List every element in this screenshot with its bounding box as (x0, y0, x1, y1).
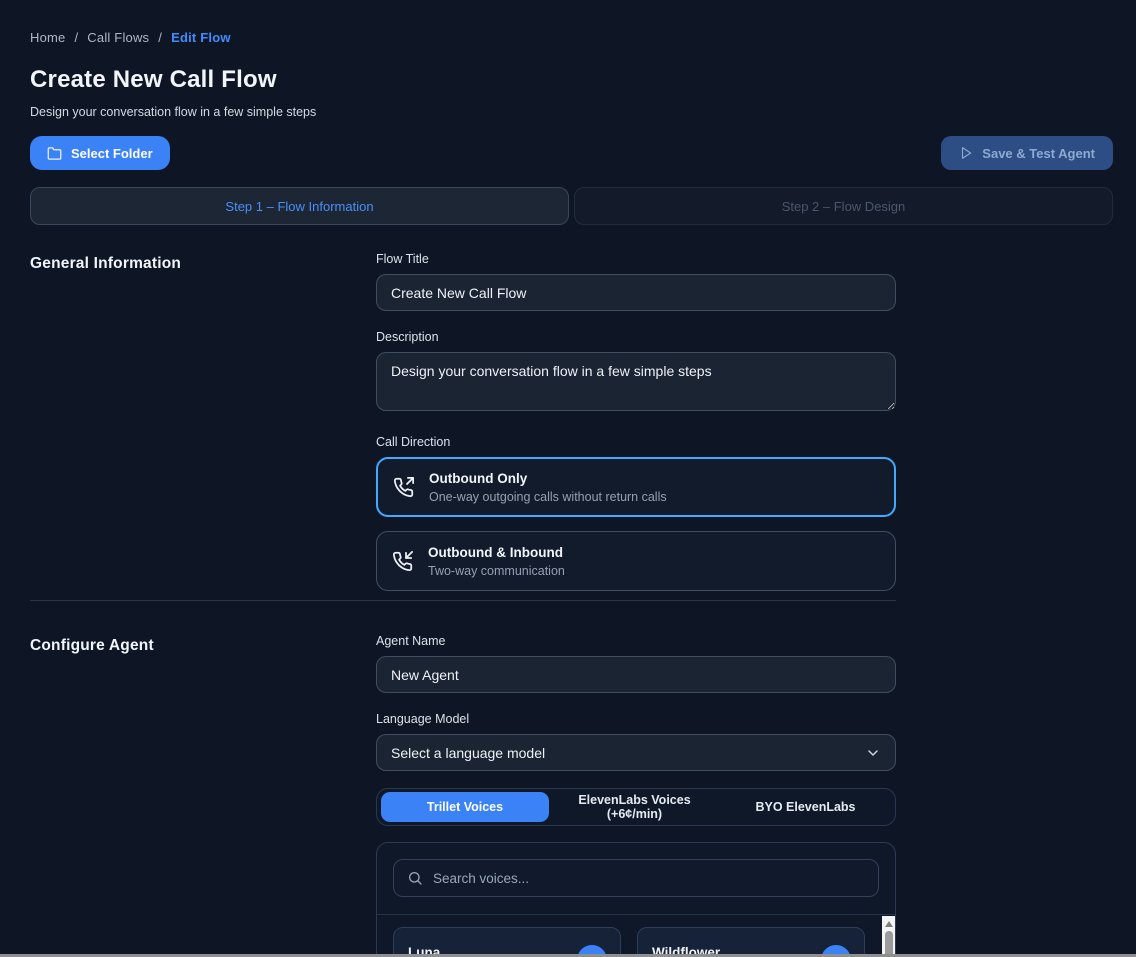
step-tab-flow-information[interactable]: Step 1 – Flow Information (30, 187, 569, 225)
section-divider (30, 600, 896, 601)
header-actions-row: Select Folder Save & Test Agent (30, 136, 1113, 170)
save-test-agent-button[interactable]: Save & Test Agent (941, 136, 1113, 170)
voice-card-wildflower[interactable]: Wildflower Alt Female, Smart (637, 927, 865, 957)
voice-tab-byo-elevenlabs[interactable]: BYO ElevenLabs (720, 800, 891, 814)
language-model-select[interactable]: Select a language model (376, 734, 896, 771)
configure-agent-section: Configure Agent Agent Name Language Mode… (30, 634, 1113, 957)
page-container: Home / Call Flows / Edit Flow Create New… (0, 0, 1136, 957)
voices-grid: Luna Female, Calm Wildflower Alt Female,… (393, 927, 865, 957)
voice-provider-tabs: Trillet Voices ElevenLabs Voices (+6¢/mi… (376, 788, 896, 826)
option-desc: Two-way communication (428, 564, 565, 578)
save-test-agent-label: Save & Test Agent (982, 146, 1095, 161)
language-model-field: Language Model Select a language model (376, 712, 896, 771)
language-model-label: Language Model (376, 712, 896, 726)
voice-search-input[interactable] (433, 871, 865, 886)
option-desc: One-way outgoing calls without return ca… (429, 490, 667, 504)
flow-title-label: Flow Title (376, 252, 896, 266)
page-subtitle: Design your conversation flow in a few s… (30, 105, 1113, 119)
call-direction-option-outbound-inbound[interactable]: Outbound & Inbound Two-way communication (376, 531, 896, 591)
option-text: Outbound Only One-way outgoing calls wit… (429, 471, 667, 504)
select-folder-button[interactable]: Select Folder (30, 136, 170, 170)
general-information-section: General Information Flow Title Descripti… (30, 252, 1113, 591)
phone-incoming-icon (392, 551, 413, 572)
configure-agent-title: Configure Agent (30, 634, 376, 957)
breadcrumb-item-call-flows[interactable]: Call Flows (87, 30, 149, 45)
option-text: Outbound & Inbound Two-way communication (428, 545, 565, 578)
search-icon (407, 870, 423, 886)
voice-selection-panel: Luna Female, Calm Wildflower Alt Female,… (376, 842, 896, 957)
option-title: Outbound & Inbound (428, 545, 565, 560)
select-folder-label: Select Folder (71, 146, 153, 161)
general-information-form: Flow Title Description Design your conve… (376, 252, 896, 591)
description-label: Description (376, 330, 896, 344)
voice-tab-elevenlabs[interactable]: ElevenLabs Voices (+6¢/min) (549, 793, 720, 821)
voice-search (393, 859, 879, 897)
description-field: Description Design your conversation flo… (376, 330, 896, 416)
chevron-down-icon (865, 745, 881, 761)
voice-card-luna[interactable]: Luna Female, Calm (393, 927, 621, 957)
breadcrumb-separator: / (74, 30, 78, 45)
breadcrumb-item-edit-flow[interactable]: Edit Flow (171, 30, 231, 45)
call-direction-label: Call Direction (376, 435, 896, 449)
voices-scrollbar[interactable] (882, 916, 895, 957)
scroll-up-arrow-icon[interactable] (885, 921, 893, 927)
agent-name-label: Agent Name (376, 634, 896, 648)
phone-outgoing-icon (393, 477, 414, 498)
agent-name-field: Agent Name (376, 634, 896, 693)
breadcrumb: Home / Call Flows / Edit Flow (30, 30, 1113, 45)
description-textarea[interactable]: Design your conversation flow in a few s… (376, 352, 896, 411)
agent-name-input[interactable] (376, 656, 896, 693)
play-outline-icon (959, 146, 973, 160)
step-tab-flow-design[interactable]: Step 2 – Flow Design (574, 187, 1113, 225)
flow-title-input[interactable] (376, 274, 896, 311)
voices-list-area: Luna Female, Calm Wildflower Alt Female,… (377, 914, 895, 957)
page-title: Create New Call Flow (30, 66, 1113, 94)
call-direction-field: Call Direction Outbound Only One-way out… (376, 435, 896, 591)
configure-agent-form: Agent Name Language Model Select a langu… (376, 634, 896, 957)
breadcrumb-item-home[interactable]: Home (30, 30, 65, 45)
call-direction-option-outbound-only[interactable]: Outbound Only One-way outgoing calls wit… (376, 457, 896, 517)
general-information-title: General Information (30, 252, 376, 591)
breadcrumb-separator: / (158, 30, 162, 45)
language-model-value: Select a language model (391, 745, 545, 761)
step-tabs: Step 1 – Flow Information Step 2 – Flow … (30, 187, 1113, 225)
voice-tab-trillet[interactable]: Trillet Voices (381, 792, 549, 822)
flow-title-field: Flow Title (376, 252, 896, 311)
folder-icon (47, 146, 62, 161)
option-title: Outbound Only (429, 471, 667, 486)
